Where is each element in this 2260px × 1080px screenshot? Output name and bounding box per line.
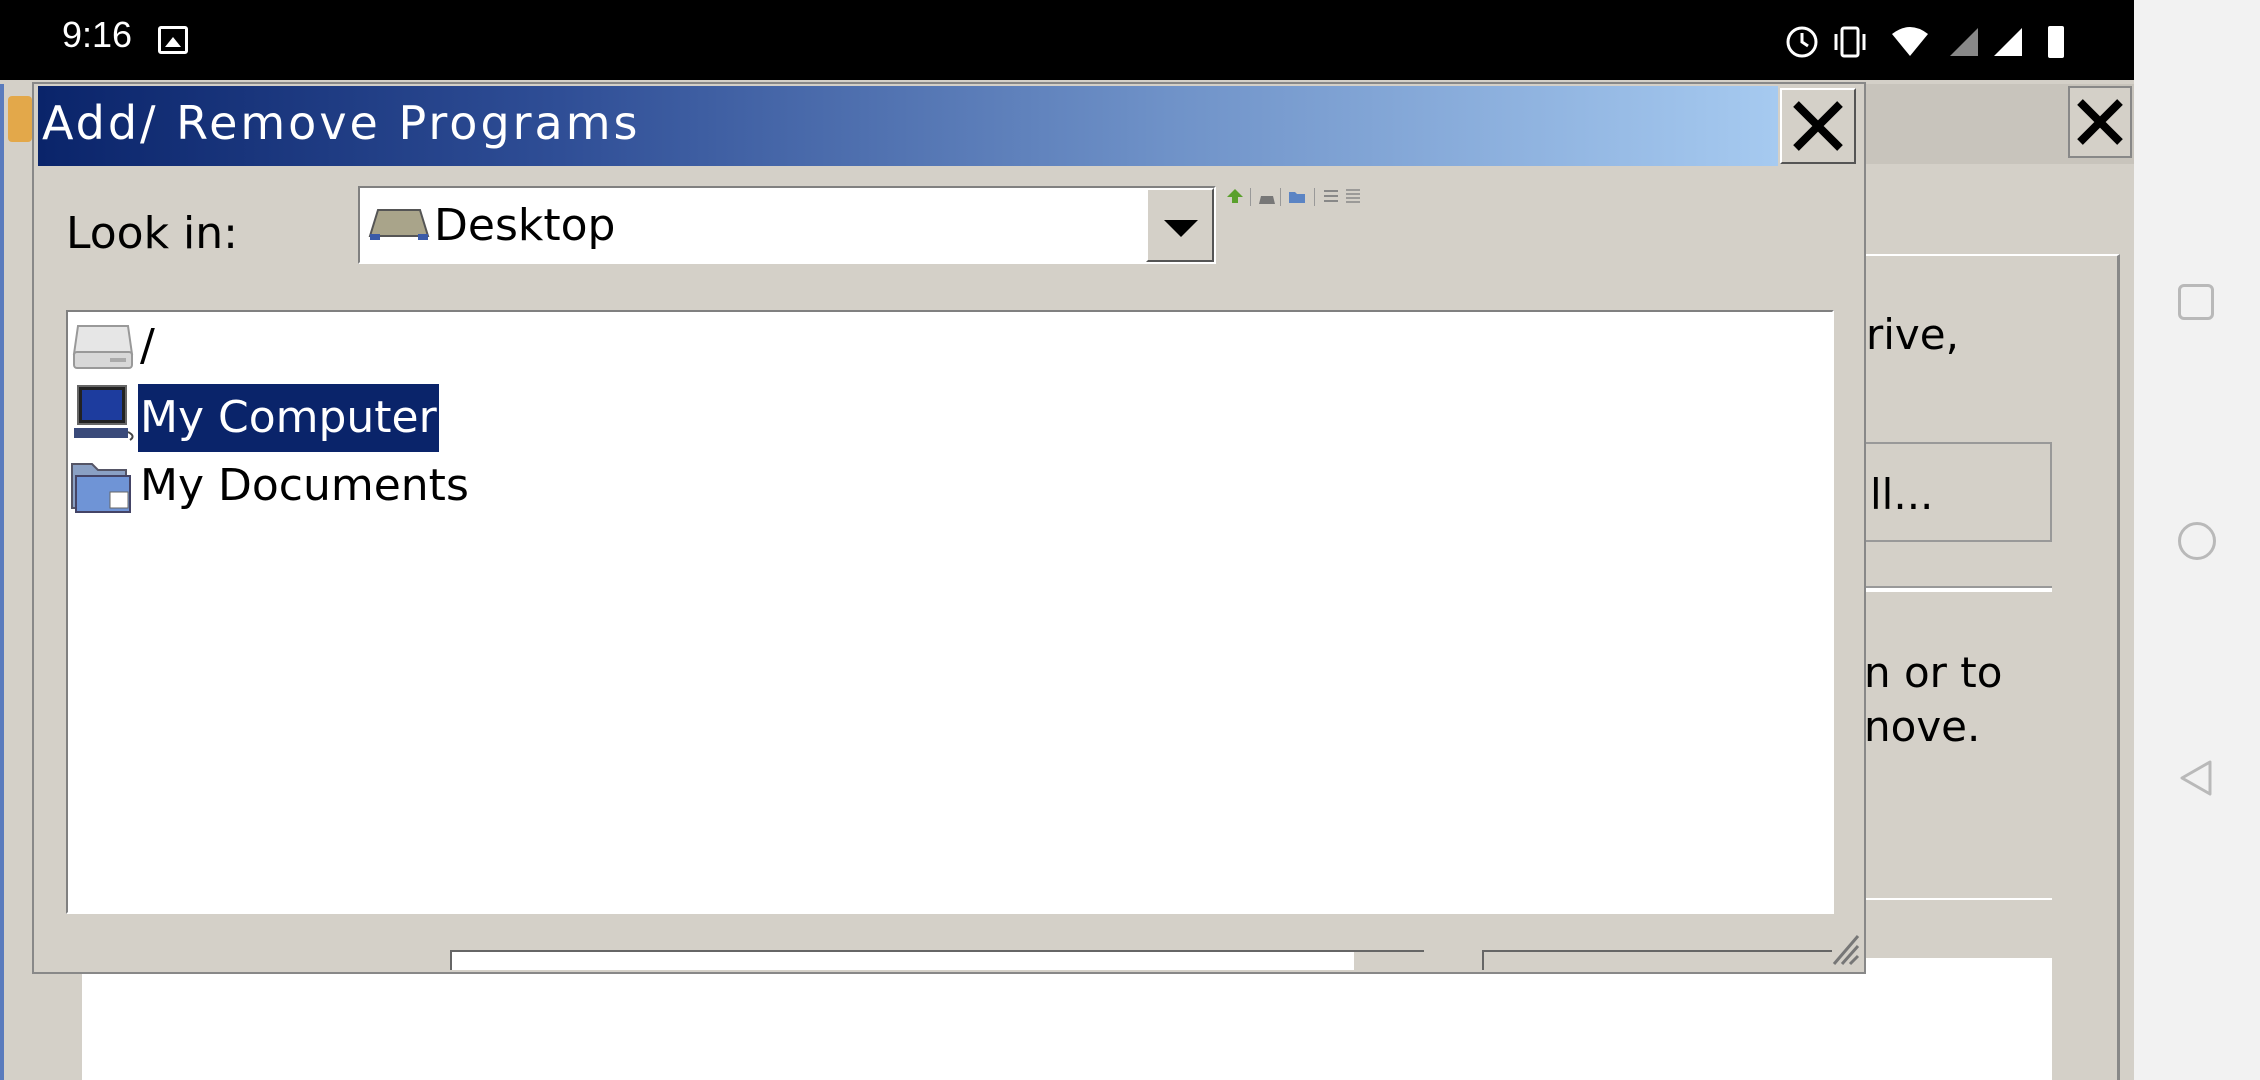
background-text: rive,: [1866, 310, 1959, 359]
background-close-button[interactable]: [2068, 86, 2132, 158]
resize-grip-icon[interactable]: [1830, 924, 1860, 970]
wifi-icon: [1892, 27, 1928, 56]
look-in-label: Look in:: [66, 208, 238, 259]
folder-icon: [71, 463, 131, 513]
desktop-icon: [368, 209, 430, 240]
status-time: 9:16: [62, 14, 133, 55]
list-item-selected[interactable]: My Computer: [138, 384, 439, 452]
desktop-icon[interactable]: [1258, 192, 1276, 208]
back-button[interactable]: [2176, 758, 2216, 798]
toolbar-separator: [1280, 188, 1281, 206]
signal-icon: [1950, 28, 1978, 56]
up-folder-icon[interactable]: [1226, 188, 1244, 204]
background-list-area: [82, 958, 2052, 1080]
close-icon: [1793, 101, 1843, 151]
battery-icon: [2048, 26, 2064, 58]
background-window-edge: [0, 84, 34, 1080]
image-notification-icon: [158, 26, 188, 54]
computer-icon: [74, 385, 134, 441]
dialog-title: Add/ Remove Programs: [42, 96, 641, 150]
vibrate-icon: [1834, 26, 1866, 58]
close-icon: [2077, 99, 2123, 145]
divider: [1864, 898, 2052, 900]
alarm-icon: [1786, 26, 1818, 58]
details-view-icon[interactable]: [1344, 188, 1362, 204]
background-text: n or to: [1864, 648, 2003, 697]
dropdown-arrow-button[interactable]: [1146, 188, 1214, 262]
status-icons: [1786, 26, 2064, 58]
file-name-input[interactable]: [450, 950, 1424, 970]
toolbar-separator: [1314, 188, 1315, 206]
file-type-dropdown[interactable]: [1354, 950, 1424, 970]
home-folder-icon: [8, 96, 32, 142]
list-item[interactable]: /: [138, 320, 157, 371]
divider: [1864, 586, 2052, 592]
new-folder-icon[interactable]: [1288, 188, 1306, 204]
list-view-icon[interactable]: [1322, 188, 1340, 204]
background-button-label: ll...: [1870, 470, 1934, 519]
home-button[interactable]: [2178, 522, 2216, 560]
dialog-close-button[interactable]: [1780, 88, 1856, 164]
signal-icon: [1994, 28, 2022, 56]
toolbar-separator: [1250, 188, 1251, 206]
background-text: nove.: [1864, 702, 1981, 751]
open-button[interactable]: [1482, 950, 1832, 970]
recents-button[interactable]: [2178, 284, 2214, 320]
look-in-value: Desktop: [434, 200, 616, 251]
drive-icon: [72, 325, 134, 369]
list-item[interactable]: My Documents: [138, 460, 471, 511]
